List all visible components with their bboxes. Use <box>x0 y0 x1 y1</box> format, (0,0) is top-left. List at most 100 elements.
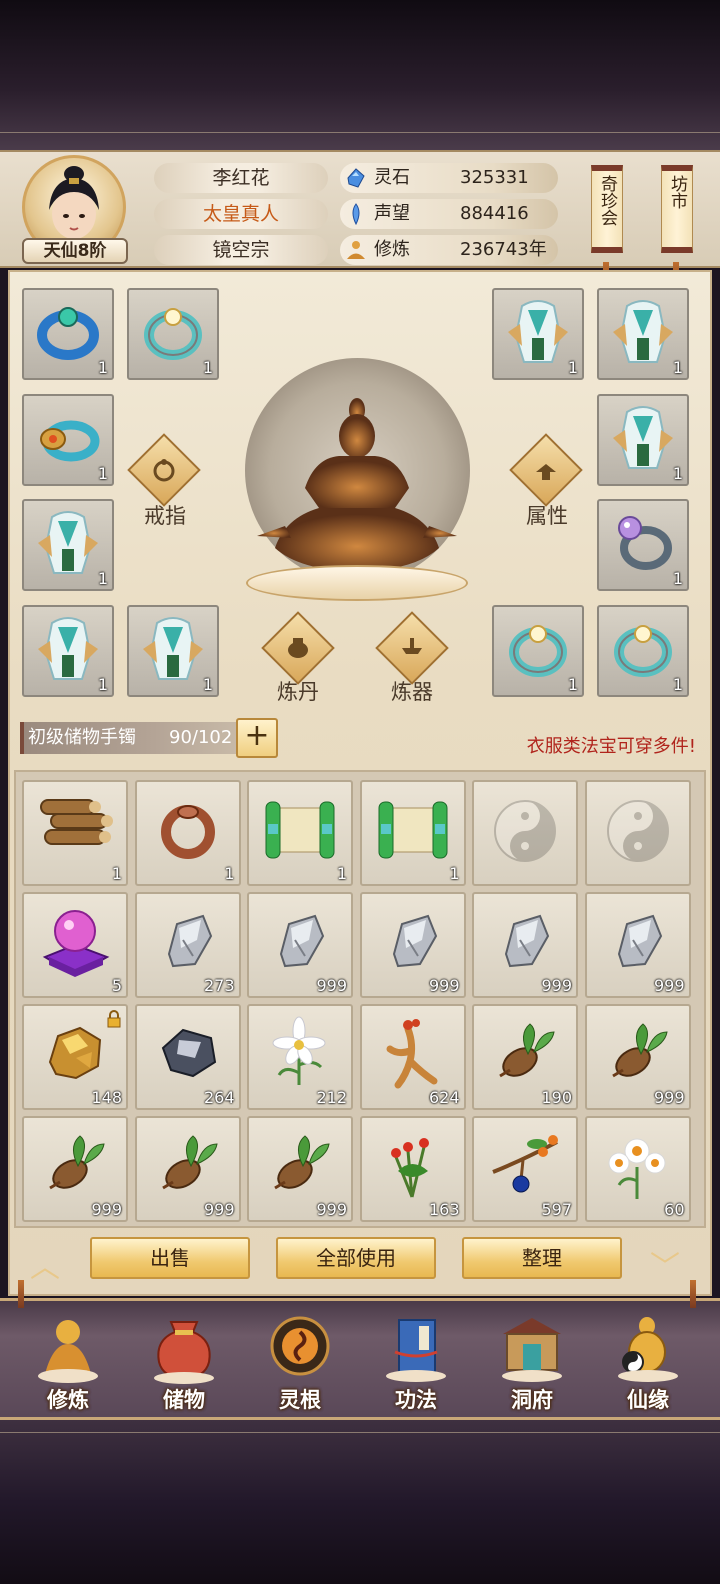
inventory-slot-empty[interactable] <box>472 780 578 886</box>
cauldron-icon <box>288 638 308 658</box>
attributes-label: 属性 <box>526 504 568 528</box>
equip-slot[interactable]: 1 <box>597 394 689 486</box>
top-backdrop <box>0 0 720 150</box>
page-up-button[interactable]: ︿ <box>30 1242 60 1286</box>
inventory-slot[interactable]: 999 <box>22 1116 128 1222</box>
spirit-stone-icon <box>347 168 365 188</box>
equip-slot[interactable]: 1 <box>597 499 689 591</box>
equip-slot[interactable]: 1 <box>22 605 114 697</box>
wood-icon <box>35 794 115 868</box>
nav-spirit-root[interactable]: 灵根 <box>254 1312 346 1416</box>
meditating-figure-icon <box>257 398 457 572</box>
cave-icon <box>502 1318 562 1382</box>
nav-fortune[interactable]: 仙缘 <box>602 1312 694 1416</box>
fortune-icon <box>618 1317 678 1382</box>
inventory-slot-empty[interactable] <box>584 780 691 886</box>
treasure-auction-button[interactable]: 奇珍会 <box>591 165 623 253</box>
equip-slot[interactable]: 1 <box>22 499 114 591</box>
inventory-slot[interactable]: 999 <box>247 1116 353 1222</box>
inventory-slot[interactable]: 190 <box>472 1004 578 1110</box>
nav-storage[interactable]: 储物 <box>138 1312 230 1416</box>
bag-capacity-bar: 初级储物手镯 90/102 <box>20 722 240 754</box>
rank-badge: 天仙8阶 <box>22 238 128 264</box>
market-button[interactable]: 坊市 <box>661 165 693 253</box>
meditation-circle <box>245 358 470 583</box>
tassel-decoration <box>690 1280 696 1308</box>
page-down-button[interactable]: ﹀ <box>650 1242 680 1286</box>
pearl-ring-icon <box>618 516 672 571</box>
iron-ore-icon <box>603 906 673 980</box>
inventory-slot[interactable]: 148 <box>22 1004 128 1110</box>
equip-slot[interactable]: 1 <box>127 605 219 697</box>
robe-icon <box>613 406 673 470</box>
iron-ore-icon <box>378 906 448 980</box>
expand-bag-button[interactable]: + <box>236 718 278 758</box>
prestige-icon <box>352 203 360 226</box>
inventory-slot[interactable]: 999 <box>134 1116 241 1222</box>
inventory-slot[interactable]: 264 <box>134 1004 241 1110</box>
equip-slot[interactable]: 1 <box>492 605 584 697</box>
cultivation-icon <box>347 241 365 259</box>
sell-button[interactable]: 出售 <box>90 1237 250 1279</box>
scroll-icon <box>373 794 453 868</box>
robe-icon <box>143 617 203 681</box>
inventory-slot[interactable]: 1 <box>134 780 241 886</box>
bronze-ring-icon <box>153 794 223 868</box>
bag-name: 初级储物手镯 <box>28 727 136 748</box>
crystal-orb-icon <box>35 901 115 985</box>
book-icon <box>386 1319 446 1382</box>
use-all-button[interactable]: 全部使用 <box>276 1237 436 1279</box>
bag-capacity: 90/102 <box>169 727 233 748</box>
white-flower-icon <box>265 1015 335 1095</box>
inventory-slot[interactable]: 999 <box>359 892 466 998</box>
inventory-slot[interactable]: 597 <box>472 1116 578 1222</box>
dark-ore-icon <box>153 1018 223 1092</box>
blue-ring-icon <box>37 307 99 361</box>
stat-cultivation: 修炼 236743年 <box>340 235 558 265</box>
player-title: 太皇真人 <box>154 199 328 229</box>
red-flower-herb-icon <box>378 1127 448 1207</box>
equip-slot[interactable]: 1 <box>22 394 114 486</box>
inventory-slot[interactable]: 999 <box>584 892 691 998</box>
anvil-icon <box>402 638 422 654</box>
inventory-slot[interactable]: 1 <box>247 780 353 886</box>
inventory-slot[interactable]: 999 <box>247 892 353 998</box>
herb-root-icon <box>265 1130 335 1204</box>
scroll-icon <box>260 794 340 868</box>
inventory-slot[interactable]: 999 <box>584 1004 691 1110</box>
inventory-slot[interactable]: 212 <box>247 1004 353 1110</box>
spirit-root-icon <box>270 1316 330 1376</box>
equip-slot[interactable]: 1 <box>597 288 689 380</box>
inventory-slot[interactable]: 163 <box>359 1116 466 1222</box>
inventory-slot[interactable]: 624 <box>359 1004 466 1110</box>
ginseng-icon <box>378 1015 448 1095</box>
gold-ring-icon <box>40 420 100 462</box>
equip-slot[interactable]: 1 <box>597 605 689 697</box>
robe-icon <box>38 511 98 575</box>
yin-yang-icon <box>493 799 557 867</box>
forge-label: 炼器 <box>391 680 433 704</box>
iron-ore-icon <box>490 906 560 980</box>
hat-icon <box>536 464 556 480</box>
equip-slot[interactable]: 1 <box>127 288 219 380</box>
jade-ring-icon <box>144 308 202 361</box>
inventory-slot[interactable]: 273 <box>134 892 241 998</box>
inventory-slot[interactable]: 5 <box>22 892 128 998</box>
nav-cultivate[interactable]: 修炼 <box>22 1312 114 1416</box>
herb-root-icon <box>603 1018 673 1092</box>
daisy-icon <box>603 1127 673 1207</box>
nav-techniques[interactable]: 功法 <box>370 1312 462 1416</box>
sort-button[interactable]: 整理 <box>462 1237 622 1279</box>
inventory-slot[interactable]: 60 <box>584 1116 691 1222</box>
pedestal <box>246 565 468 601</box>
iron-ore-icon <box>265 906 335 980</box>
inventory-slot[interactable]: 999 <box>472 892 578 998</box>
tassel-decoration <box>18 1280 24 1308</box>
iron-ore-icon <box>153 906 223 980</box>
inventory-slot[interactable]: 1 <box>22 780 128 886</box>
equip-slot[interactable]: 1 <box>22 288 114 380</box>
nav-cave-dwelling[interactable]: 洞府 <box>486 1312 578 1416</box>
top-ornament <box>0 132 720 142</box>
equip-slot[interactable]: 1 <box>492 288 584 380</box>
inventory-slot[interactable]: 1 <box>359 780 466 886</box>
